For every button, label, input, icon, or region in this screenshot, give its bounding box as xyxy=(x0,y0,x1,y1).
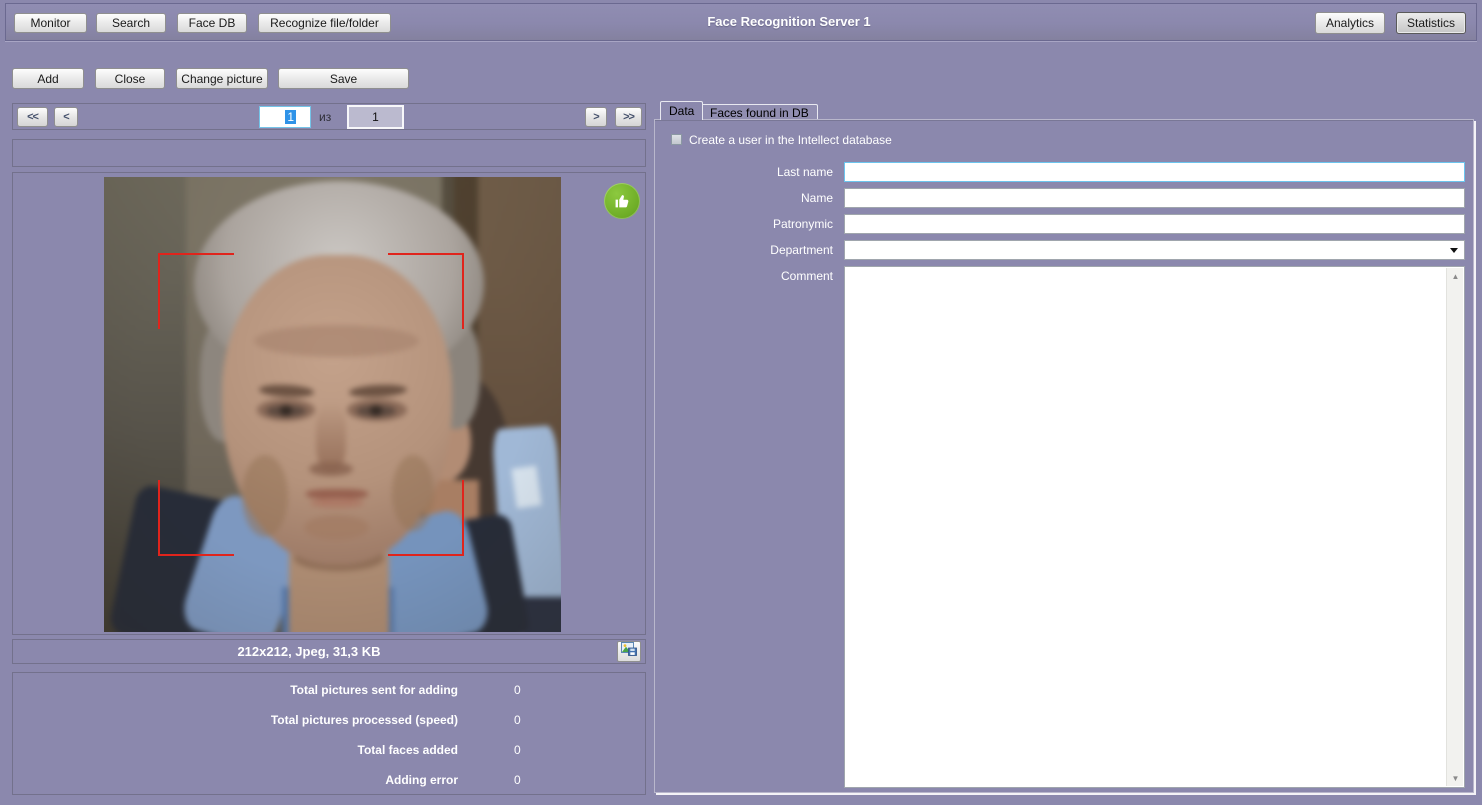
name-input[interactable] xyxy=(844,188,1465,208)
stat-value: 0 xyxy=(514,773,521,787)
statistics-panel: Total pictures sent for adding 0 Total p… xyxy=(12,672,646,795)
stat-value: 0 xyxy=(514,713,521,727)
photo-caption-bar: 212x212, Jpeg, 31,3 KB xyxy=(12,639,646,664)
add-button[interactable]: Add xyxy=(12,68,84,89)
patronymic-label: Patronymic xyxy=(655,217,833,231)
scroll-down-icon[interactable]: ▼ xyxy=(1447,770,1464,786)
tab-data[interactable]: Data xyxy=(660,101,703,120)
comment-scrollbar[interactable]: ▲ ▼ xyxy=(1446,268,1463,786)
stat-value: 0 xyxy=(514,743,521,757)
monitor-button[interactable]: Monitor xyxy=(14,13,87,33)
analytics-button[interactable]: Analytics xyxy=(1315,12,1385,34)
save-image-icon xyxy=(621,642,637,661)
last-page-button[interactable]: >> xyxy=(615,107,642,127)
stat-label: Adding error xyxy=(13,773,458,787)
prev-page-button[interactable]: < xyxy=(54,107,78,127)
comment-textarea[interactable]: ▲ ▼ xyxy=(844,266,1465,788)
pager-bar: << < 1 из 1 > >> xyxy=(12,103,646,130)
patronymic-input[interactable] xyxy=(844,214,1465,234)
last-name-input[interactable] xyxy=(844,162,1465,182)
stat-label: Total pictures sent for adding xyxy=(13,683,458,697)
details-panel: Data Faces found in DB Create a user in … xyxy=(654,101,1478,794)
detection-frame-bottom-right xyxy=(388,480,464,556)
first-page-button[interactable]: << xyxy=(17,107,48,127)
create-user-checkbox-label: Create a user in the Intellect database xyxy=(689,133,892,147)
stat-label: Total faces added xyxy=(13,743,458,757)
current-page-value: 1 xyxy=(285,110,296,124)
face-photo-art xyxy=(104,177,561,632)
data-tab-content: Create a user in the Intellect database … xyxy=(654,119,1474,793)
save-button[interactable]: Save xyxy=(278,68,409,89)
current-page-input[interactable]: 1 xyxy=(259,106,311,128)
create-user-checkbox[interactable] xyxy=(671,134,682,145)
detection-frame-bottom-left xyxy=(158,480,234,556)
close-button[interactable]: Close xyxy=(95,68,165,89)
statistics-button[interactable]: Statistics xyxy=(1396,12,1466,34)
detection-frame-top-right xyxy=(388,253,464,329)
photo-panel xyxy=(12,172,646,635)
face-recognition-window: Monitor Search Face DB Recognize file/fo… xyxy=(0,0,1482,805)
tab-faces-found-in-db[interactable]: Faces found in DB xyxy=(701,104,818,120)
stat-label: Total pictures processed (speed) xyxy=(13,713,458,727)
stat-value: 0 xyxy=(514,683,521,697)
name-label: Name xyxy=(655,191,833,205)
change-picture-button[interactable]: Change picture xyxy=(176,68,268,89)
chevron-down-icon xyxy=(1450,248,1458,253)
of-label: из xyxy=(319,110,331,124)
info-bar xyxy=(12,139,646,167)
window-title: Face Recognition Server 1 xyxy=(102,14,1476,29)
photo-caption: 212x212, Jpeg, 31,3 KB xyxy=(13,644,605,659)
face-photo xyxy=(104,177,561,632)
detection-frame-top-left xyxy=(158,253,234,329)
department-select[interactable] xyxy=(844,240,1465,260)
scroll-up-icon[interactable]: ▲ xyxy=(1447,268,1464,284)
thumbs-up-icon xyxy=(604,183,640,219)
comment-label: Comment xyxy=(655,269,833,283)
next-page-button[interactable]: > xyxy=(585,107,607,127)
last-name-label: Last name xyxy=(655,165,833,179)
department-label: Department xyxy=(655,243,833,257)
total-pages-box: 1 xyxy=(347,105,404,129)
save-image-button[interactable] xyxy=(617,641,641,662)
top-bar: Monitor Search Face DB Recognize file/fo… xyxy=(5,3,1477,41)
